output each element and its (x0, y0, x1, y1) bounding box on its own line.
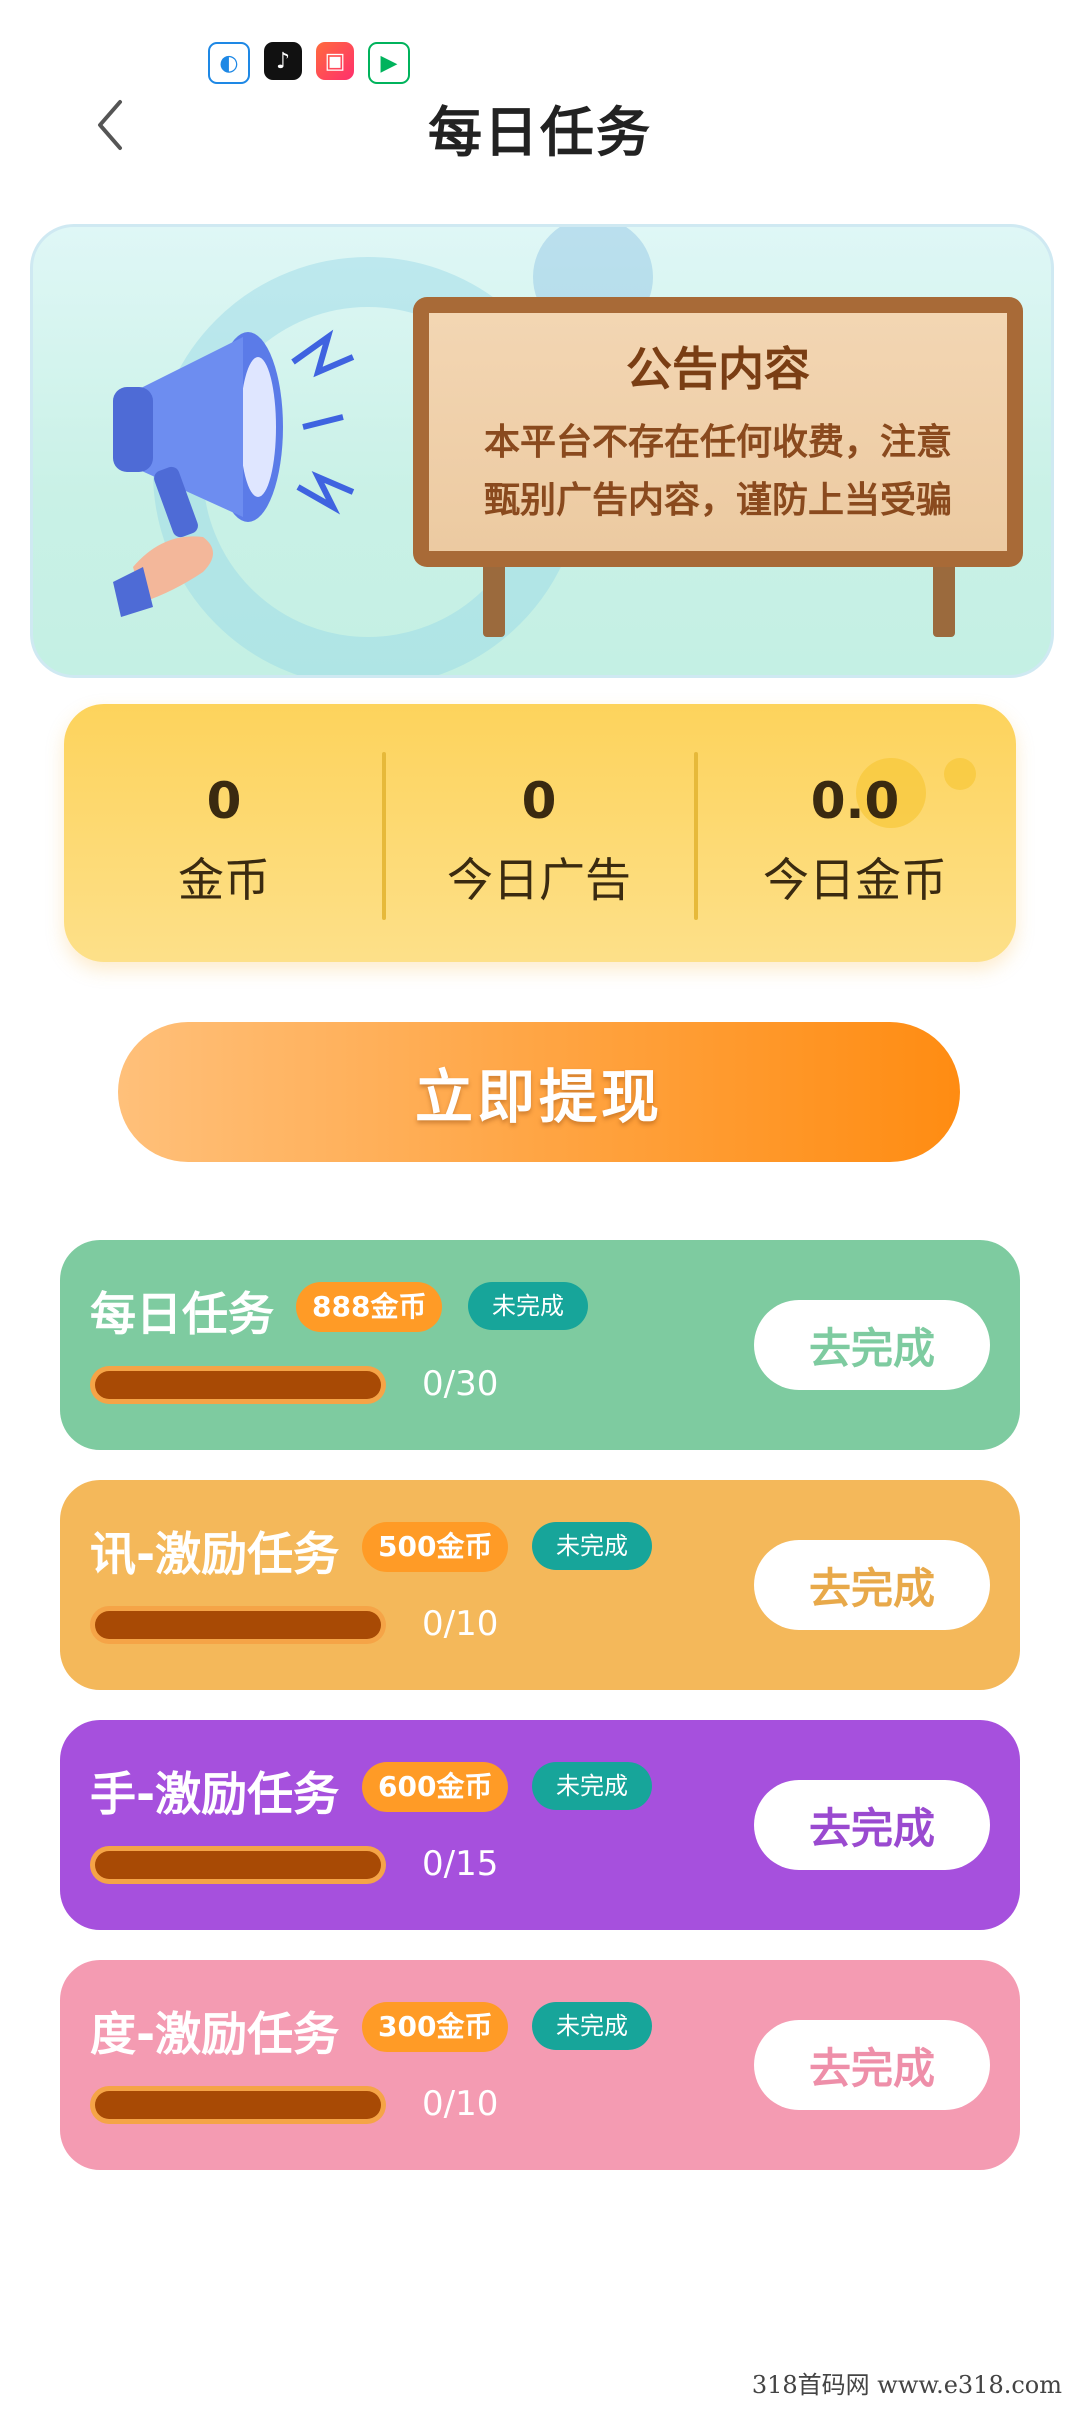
task-name: 每日任务 (90, 1287, 274, 1341)
header: 每日任务 (0, 70, 1080, 180)
task-card-xun-incentive: 讯-激励任务 500金币 未完成 0/10 去完成 (60, 1480, 1020, 1690)
coin-reward-badge: 600金币 (362, 1762, 509, 1812)
progress-bar (90, 1366, 386, 1404)
task-name: 手-激励任务 (90, 1767, 340, 1821)
stat-value: 0 (206, 772, 242, 830)
coin-reward-badge: 300金币 (362, 2002, 509, 2052)
progress-fill (95, 2091, 381, 2119)
progress-fill (95, 1851, 381, 1879)
status-badge: 未完成 (532, 2002, 652, 2050)
notice-line: 甄别广告内容，谨防上当受骗 (483, 480, 952, 521)
stat-coins: 0 金币 (64, 704, 384, 962)
progress-fill (95, 1371, 381, 1399)
task-name: 度-激励任务 (90, 2007, 340, 2061)
go-complete-button[interactable]: 去完成 (754, 1780, 990, 1870)
task-card-daily: 每日任务 888金币 未完成 0/30 去完成 (60, 1240, 1020, 1450)
stat-today-coins: 0.0 今日金币 (694, 704, 1016, 962)
stat-today-ads: 0 今日广告 (384, 704, 694, 962)
stat-label: 今日金币 (763, 853, 947, 907)
notice-title: 公告内容 (626, 342, 810, 396)
stats-card: 0 金币 0 今日广告 0.0 今日金币 (64, 704, 1016, 962)
coin-reward-badge: 500金币 (362, 1522, 509, 1572)
status-badge: 未完成 (532, 1522, 652, 1570)
stat-label: 金币 (178, 853, 270, 907)
progress-bar (90, 1606, 386, 1644)
sign-post (483, 557, 505, 637)
coin-reward-badge: 888金币 (296, 1282, 443, 1332)
stat-value: 0 (521, 772, 557, 830)
progress-count: 0/30 (422, 1364, 499, 1404)
task-card-shou-incentive: 手-激励任务 600金币 未完成 0/15 去完成 (60, 1720, 1020, 1930)
go-complete-button[interactable]: 去完成 (754, 1300, 990, 1390)
withdraw-button[interactable]: 立即提现 (118, 1022, 960, 1162)
progress-count: 0/15 (422, 1844, 499, 1884)
go-complete-button[interactable]: 去完成 (754, 1540, 990, 1630)
task-card-du-incentive: 度-激励任务 300金币 未完成 0/10 去完成 (60, 1960, 1020, 2170)
status-badge: 未完成 (468, 1282, 588, 1330)
progress-count: 0/10 (422, 2084, 499, 2124)
notice-line: 本平台不存在任何收费，注意 (483, 422, 952, 463)
stat-value: 0.0 (810, 772, 900, 830)
megaphone-icon (113, 329, 355, 617)
status-badge: 未完成 (532, 1762, 652, 1810)
progress-bar (90, 1846, 386, 1884)
progress-count: 0/10 (422, 1604, 499, 1644)
notice-board: 公告内容 本平台不存在任何收费，注意 甄别广告内容，谨防上当受骗 (413, 297, 1023, 567)
progress-bar (90, 2086, 386, 2124)
stat-label: 今日广告 (447, 853, 631, 907)
go-complete-button[interactable]: 去完成 (754, 2020, 990, 2110)
sign-post (933, 557, 955, 637)
watermark: 318首码网 www.e318.com (751, 2371, 1062, 2399)
page-title: 每日任务 (428, 101, 652, 164)
progress-fill (95, 1611, 381, 1639)
notice-banner: 公告内容 本平台不存在任何收费，注意 甄别广告内容，谨防上当受骗 (30, 224, 1054, 678)
task-name: 讯-激励任务 (90, 1527, 340, 1581)
